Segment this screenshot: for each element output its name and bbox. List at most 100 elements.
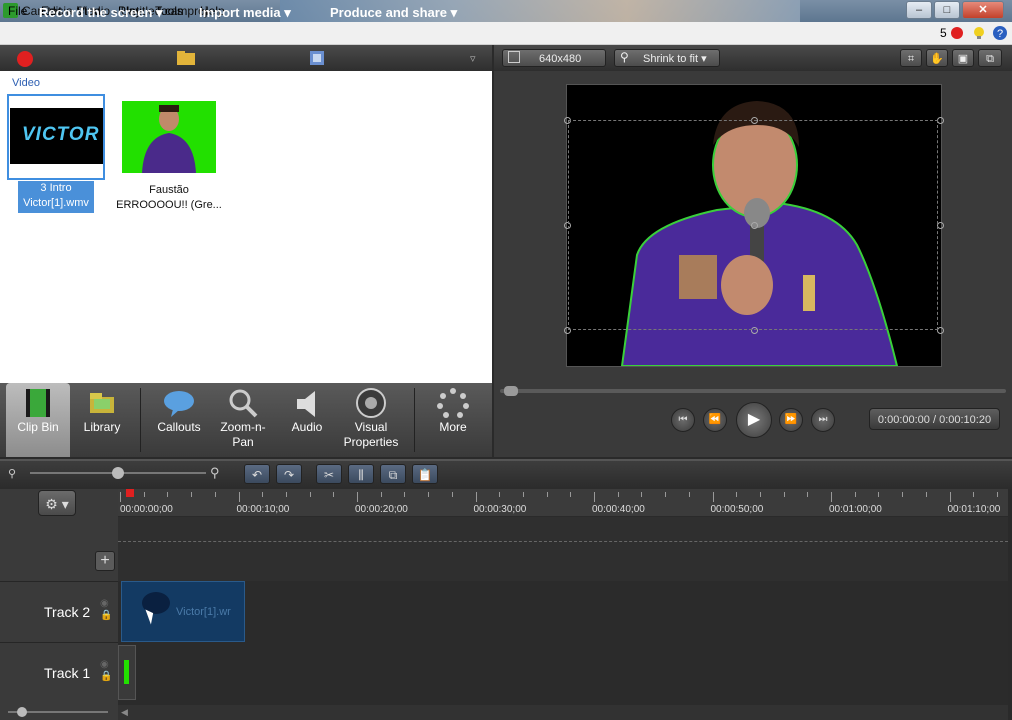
ruler-tick-label: 00:01:10;00 xyxy=(947,504,1001,515)
clip-label-intro[interactable]: 3 Intro Victor[1].wmv xyxy=(18,181,94,213)
timeline-clip[interactable]: Victor[1].wr xyxy=(121,581,245,642)
more-dots-icon xyxy=(437,388,469,418)
maximize-button[interactable]: □ xyxy=(934,1,960,19)
ruler-tick-label: 00:00:10;00 xyxy=(236,504,290,515)
ruler-tick-label: 00:00:50;00 xyxy=(710,504,764,515)
person-thumbnail-image xyxy=(142,105,196,173)
rewind-button[interactable]: ⏪ xyxy=(703,408,727,432)
audio-level-bar xyxy=(124,660,129,684)
notification-icons[interactable]: ? xyxy=(950,25,1010,41)
library-icon xyxy=(90,393,114,413)
resize-handle[interactable] xyxy=(937,117,944,124)
tab-audio[interactable]: Audio xyxy=(276,383,338,457)
tab-separator xyxy=(414,388,415,452)
play-button[interactable]: ▶ xyxy=(736,402,772,438)
add-track-button[interactable]: + xyxy=(95,551,115,571)
magnifier-icon xyxy=(229,389,258,418)
ruler-tick xyxy=(285,492,287,497)
clip-label-faustao[interactable]: Faustão ERROOOOU!! (Gre... xyxy=(113,183,225,213)
undo-button[interactable]: ↶ xyxy=(244,464,270,484)
zoom-out-icon[interactable]: ⚲ xyxy=(8,467,16,480)
ruler-tick xyxy=(522,492,524,497)
track-2-lane[interactable] xyxy=(118,581,1008,642)
produce-share-button[interactable]: Produce and share ▾ xyxy=(330,5,457,21)
speaker-icon xyxy=(297,391,315,417)
import-media-button[interactable]: Import media ▾ xyxy=(199,5,291,21)
ruler-tick xyxy=(475,492,477,502)
drop-zone[interactable] xyxy=(118,541,1008,581)
resize-handle[interactable] xyxy=(937,327,944,334)
track-2-label: Track 2 xyxy=(44,604,91,620)
track-height-slider[interactable] xyxy=(8,706,108,718)
ruler-tick xyxy=(191,492,193,497)
resize-handle[interactable] xyxy=(751,222,758,229)
resize-handle[interactable] xyxy=(937,222,944,229)
ruler-tick-label: 00:00:40;00 xyxy=(592,504,645,515)
track-visibility-icon[interactable]: ◉ 🔒 xyxy=(100,598,112,622)
ruler-tick xyxy=(736,492,738,497)
resize-handle[interactable] xyxy=(751,327,758,334)
fullscreen-icon[interactable]: ▣ xyxy=(952,49,974,67)
resize-handle[interactable] xyxy=(751,117,758,124)
ruler-tick-label: 00:01:00;00 xyxy=(829,504,882,515)
playhead-marker[interactable] xyxy=(126,489,134,497)
tab-zoom-n-pan[interactable]: Zoom-n-Pan xyxy=(212,383,274,457)
zoom-slider[interactable] xyxy=(30,466,206,480)
folder-icon xyxy=(177,51,195,65)
ruler-tick xyxy=(357,492,358,502)
detach-icon[interactable]: ⧉ xyxy=(978,49,1002,67)
callout-icon xyxy=(164,391,194,417)
skip-to-end-button[interactable]: ⏭ xyxy=(811,408,835,432)
resize-handle[interactable] xyxy=(564,327,571,334)
dial-icon xyxy=(356,388,386,418)
minimize-button[interactable]: – xyxy=(906,1,932,19)
fast-forward-button[interactable]: ⏩ xyxy=(779,408,803,432)
resize-icon xyxy=(508,51,520,63)
crop-icon[interactable]: ⌗ xyxy=(900,49,922,67)
ruler-tick xyxy=(262,492,264,497)
pan-hand-icon[interactable]: ✋ xyxy=(926,49,948,67)
paste-button[interactable]: 📋 xyxy=(412,464,438,484)
split-button[interactable]: ⫼ xyxy=(348,464,374,484)
ruler-tick xyxy=(854,492,856,497)
record-screen-button[interactable]: Record the screen ▾ xyxy=(39,5,163,21)
zoom-dropdown[interactable]: Shrink to fit ▾ xyxy=(614,49,720,67)
clip-label: Victor[1].wr xyxy=(176,606,231,618)
tab-clip-bin[interactable]: Clip Bin xyxy=(6,383,70,457)
ruler-tick xyxy=(333,492,335,497)
ruler-tick xyxy=(380,492,382,497)
tab-more[interactable]: More xyxy=(422,383,484,457)
tab-visual-properties[interactable]: Visual Properties xyxy=(340,383,402,457)
alert-icon xyxy=(951,27,963,39)
clip-thumbnail-faustao[interactable] xyxy=(122,101,216,173)
main-toolbar xyxy=(0,45,492,71)
ruler-tick xyxy=(641,492,643,497)
tab-callouts[interactable]: Callouts xyxy=(148,383,210,457)
zoom-in-icon[interactable]: ⚲ xyxy=(210,465,220,481)
track-1-lane[interactable] xyxy=(118,642,1008,705)
ruler-tick xyxy=(878,492,880,497)
redo-button[interactable]: ↷ xyxy=(276,464,302,484)
skip-to-start-button[interactable]: ⏮ xyxy=(671,408,695,432)
produce-icon xyxy=(310,51,324,65)
resize-handle[interactable] xyxy=(564,222,571,229)
copy-button[interactable]: ⧉ xyxy=(380,464,406,484)
tab-library[interactable]: Library xyxy=(70,383,134,457)
track-visibility-icon[interactable]: ◉ 🔒 xyxy=(100,659,112,683)
close-button[interactable]: ✕ xyxy=(962,1,1004,19)
toolbar-overflow-icon[interactable]: ▿ xyxy=(470,52,476,65)
preview-scrub-bar[interactable] xyxy=(500,384,1006,398)
ruler-tick xyxy=(120,492,121,502)
search-icon: ⚲ xyxy=(620,50,629,64)
ruler-tick xyxy=(404,492,406,497)
scroll-left-icon[interactable]: ◀ xyxy=(121,707,128,718)
timeline-settings-button[interactable]: ⚙ ▾ xyxy=(38,490,76,516)
ruler-tick xyxy=(594,492,595,502)
cut-button[interactable]: ✂ xyxy=(316,464,342,484)
menu-file[interactable]: File xyxy=(8,4,27,18)
ruler-tick xyxy=(570,492,572,497)
resize-handle[interactable] xyxy=(564,117,571,124)
ruler-tick-label: 00:00:30;00 xyxy=(473,504,527,515)
timeline-horizontal-scrollbar[interactable] xyxy=(118,705,1008,720)
video-section-label: Video xyxy=(12,77,40,89)
